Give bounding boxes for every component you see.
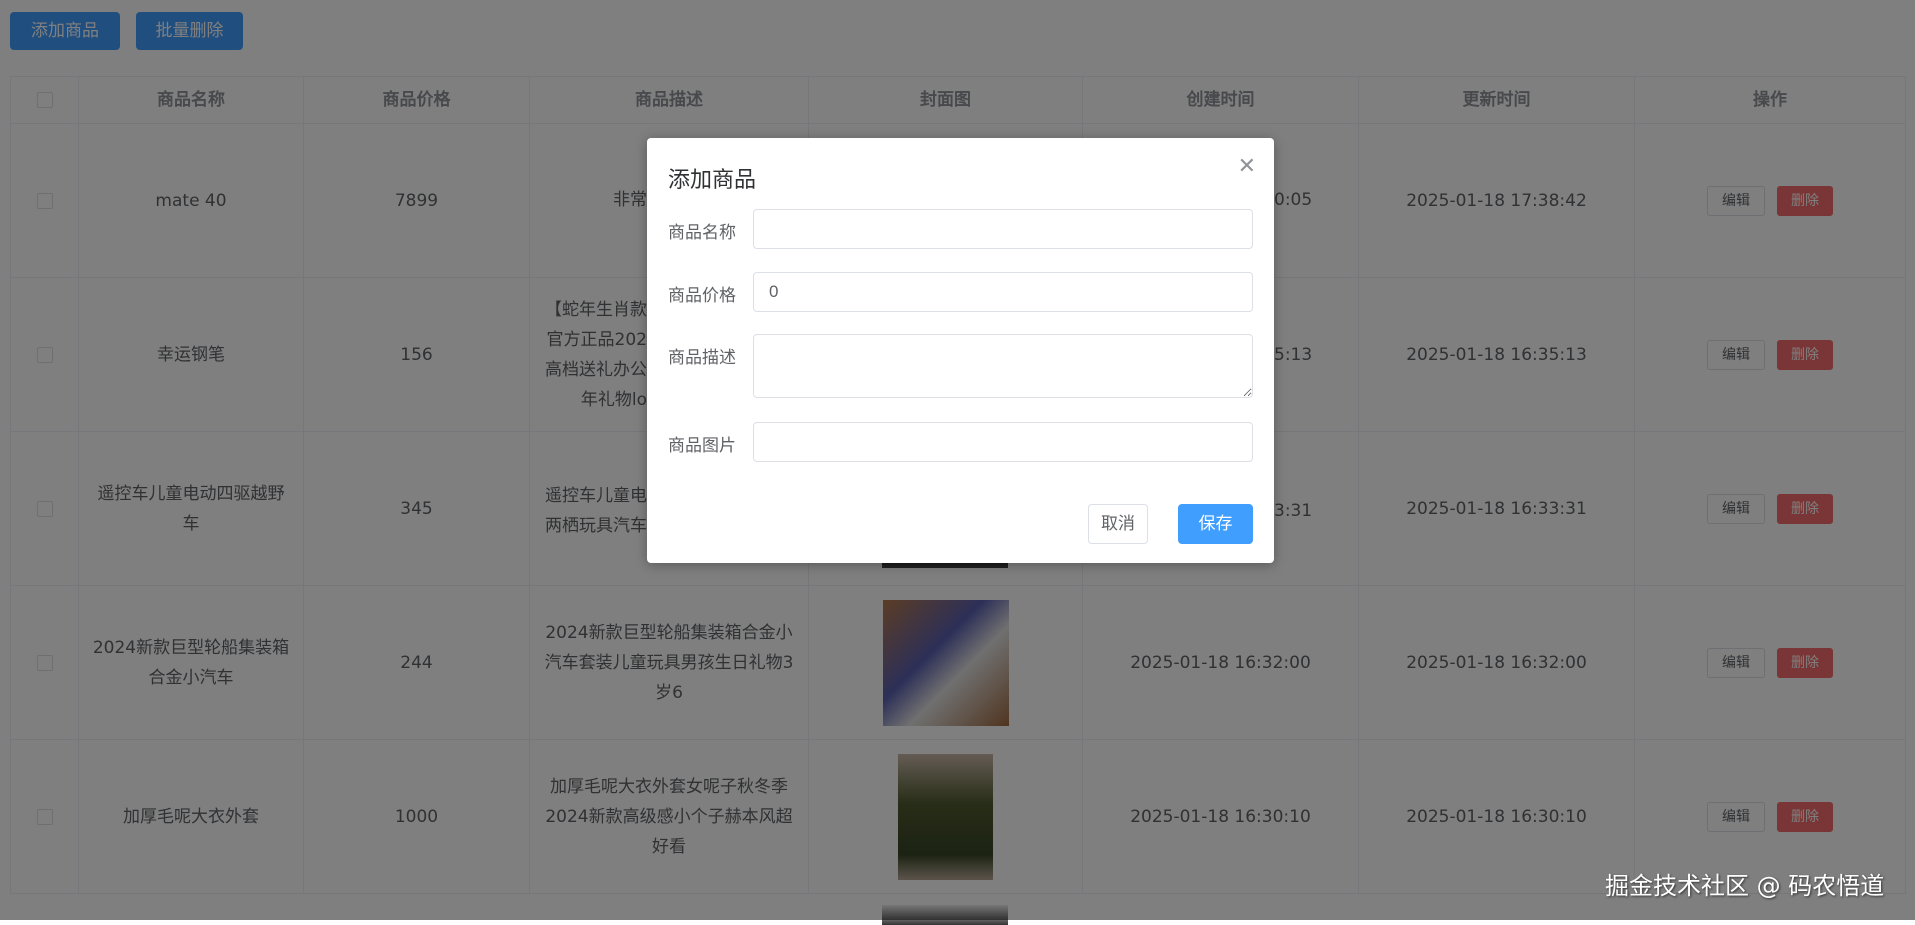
label-price: 商品价格 <box>668 286 736 306</box>
label-desc: 商品描述 <box>668 348 736 368</box>
close-icon[interactable]: ✕ <box>1238 154 1256 179</box>
name-input[interactable] <box>753 209 1253 249</box>
add-product-dialog: 添加商品 ✕ 商品名称 商品价格 商品描述 商品图片 取消 保存 <box>647 138 1274 563</box>
cancel-button[interactable]: 取消 <box>1088 504 1148 544</box>
image-input[interactable] <box>753 422 1253 462</box>
dialog-title: 添加商品 <box>668 168 757 193</box>
save-button[interactable]: 保存 <box>1178 504 1253 544</box>
desc-textarea[interactable] <box>753 334 1253 398</box>
label-name: 商品名称 <box>668 223 736 243</box>
label-image: 商品图片 <box>668 436 736 456</box>
price-input[interactable] <box>753 272 1253 312</box>
watermark: 掘金技术社区 @ 码农悟道 <box>1605 872 1885 900</box>
